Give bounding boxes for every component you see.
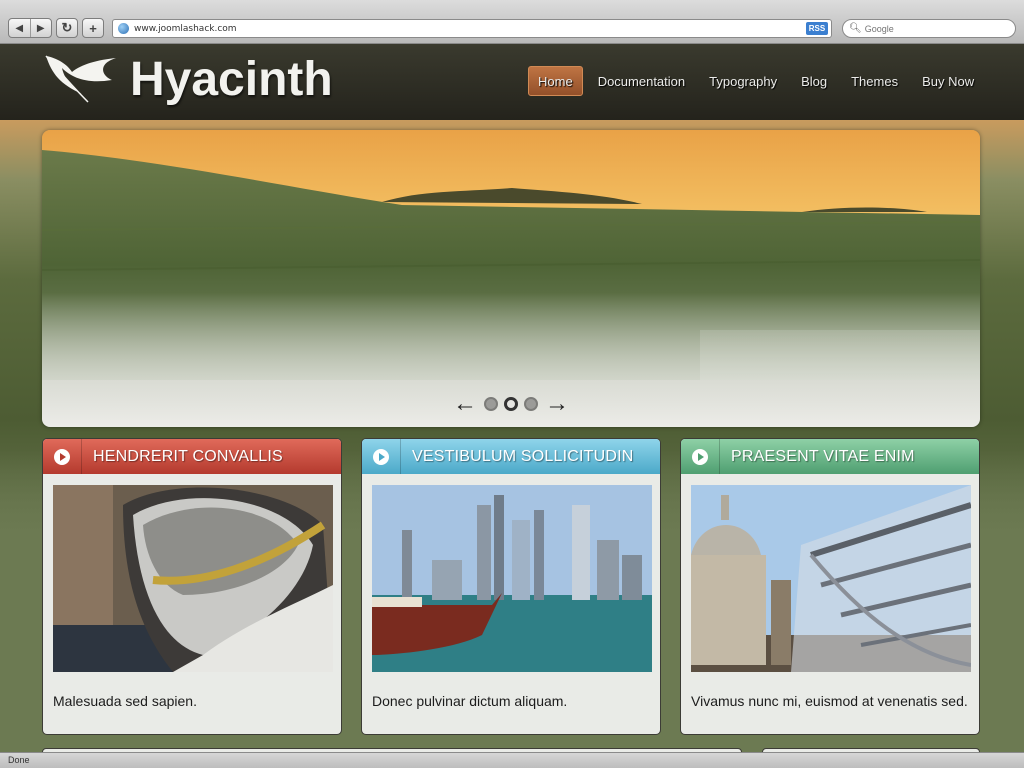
slide-dot-3[interactable] (524, 396, 538, 411)
play-icon (54, 448, 70, 465)
module-header[interactable]: HENDRERIT CONVALLIS (43, 439, 341, 474)
reload-icon[interactable]: ↻ (56, 18, 78, 38)
site-logo-title[interactable]: Hyacinth (130, 52, 333, 107)
nav-item-buy-now[interactable]: Buy Now (913, 66, 983, 96)
slide-dot-2[interactable] (504, 396, 518, 411)
module-header[interactable]: VESTIBULUM SOLLICITUDIN (362, 439, 660, 474)
play-icon (373, 448, 389, 465)
globe-icon (118, 23, 129, 34)
next-slide-arrow-icon[interactable]: → (545, 391, 569, 416)
module-title[interactable]: HENDRERIT CONVALLIS (93, 448, 283, 466)
nav-item-typography[interactable]: Typography (700, 66, 786, 96)
slide-dot-1[interactable] (484, 396, 498, 411)
nav-item-themes[interactable]: Themes (842, 66, 907, 96)
back-arrow-icon[interactable]: ◀ (9, 19, 30, 37)
search-box: 🔍︎ (842, 19, 1016, 38)
module-title[interactable]: VESTIBULUM SOLLICITUDIN (412, 448, 634, 466)
nav-item-documentation[interactable]: Documentation (589, 66, 694, 96)
browser-status-bar: Done (0, 752, 1024, 768)
slideshow-controls: ← → (42, 380, 980, 427)
search-icon[interactable]: 🔍︎ (849, 23, 862, 34)
module-text: Malesuada sed sapien. (53, 693, 197, 709)
search-input[interactable] (864, 23, 1005, 34)
slide-image-wheat-field (42, 130, 980, 380)
address-bar[interactable]: www.joomlashack.com RSS (112, 19, 832, 38)
module-text: Vivamus nunc mi, euismod at venenatis se… (691, 693, 968, 709)
url-text: www.joomlashack.com (134, 23, 237, 34)
add-bookmark-icon[interactable]: + (82, 18, 104, 38)
module-image-helmet (53, 485, 333, 672)
nav-item-home[interactable]: Home (528, 66, 583, 96)
forward-arrow-icon[interactable]: ▶ (29, 19, 52, 37)
previous-slide-arrow-icon[interactable]: ← (453, 391, 477, 416)
module-title[interactable]: PRAESENT VITAE ENIM (731, 448, 915, 466)
module-image-cathedral-bridge (691, 485, 971, 672)
module-card-1: HENDRERIT CONVALLIS Malesuada sed sapien… (42, 438, 342, 735)
module-header[interactable]: PRAESENT VITAE ENIM (681, 439, 979, 474)
main-navigation: Home Documentation Typography Blog Theme… (528, 66, 989, 96)
module-text: Donec pulvinar dictum aliquam. (372, 693, 568, 709)
module-icon-box (681, 439, 720, 474)
back-forward-group: ◀ ▶ (8, 18, 52, 38)
module-card-3: PRAESENT VITAE ENIM Vivamus nunc mi, eui… (680, 438, 980, 735)
slideshow: ← → (42, 130, 980, 427)
module-image-city-skyline (372, 485, 652, 672)
module-icon-box (362, 439, 401, 474)
play-icon (692, 448, 708, 465)
rss-button[interactable]: RSS (806, 22, 828, 35)
browser-toolbar: ◀ ▶ ↻ + www.joomlashack.com RSS 🔍︎ (0, 0, 1024, 44)
module-icon-box (43, 439, 82, 474)
feather-icon (45, 55, 116, 103)
module-card-2: VESTIBULUM SOLLICITUDIN Donec pulvinar d… (361, 438, 661, 735)
nav-item-blog[interactable]: Blog (792, 66, 836, 96)
